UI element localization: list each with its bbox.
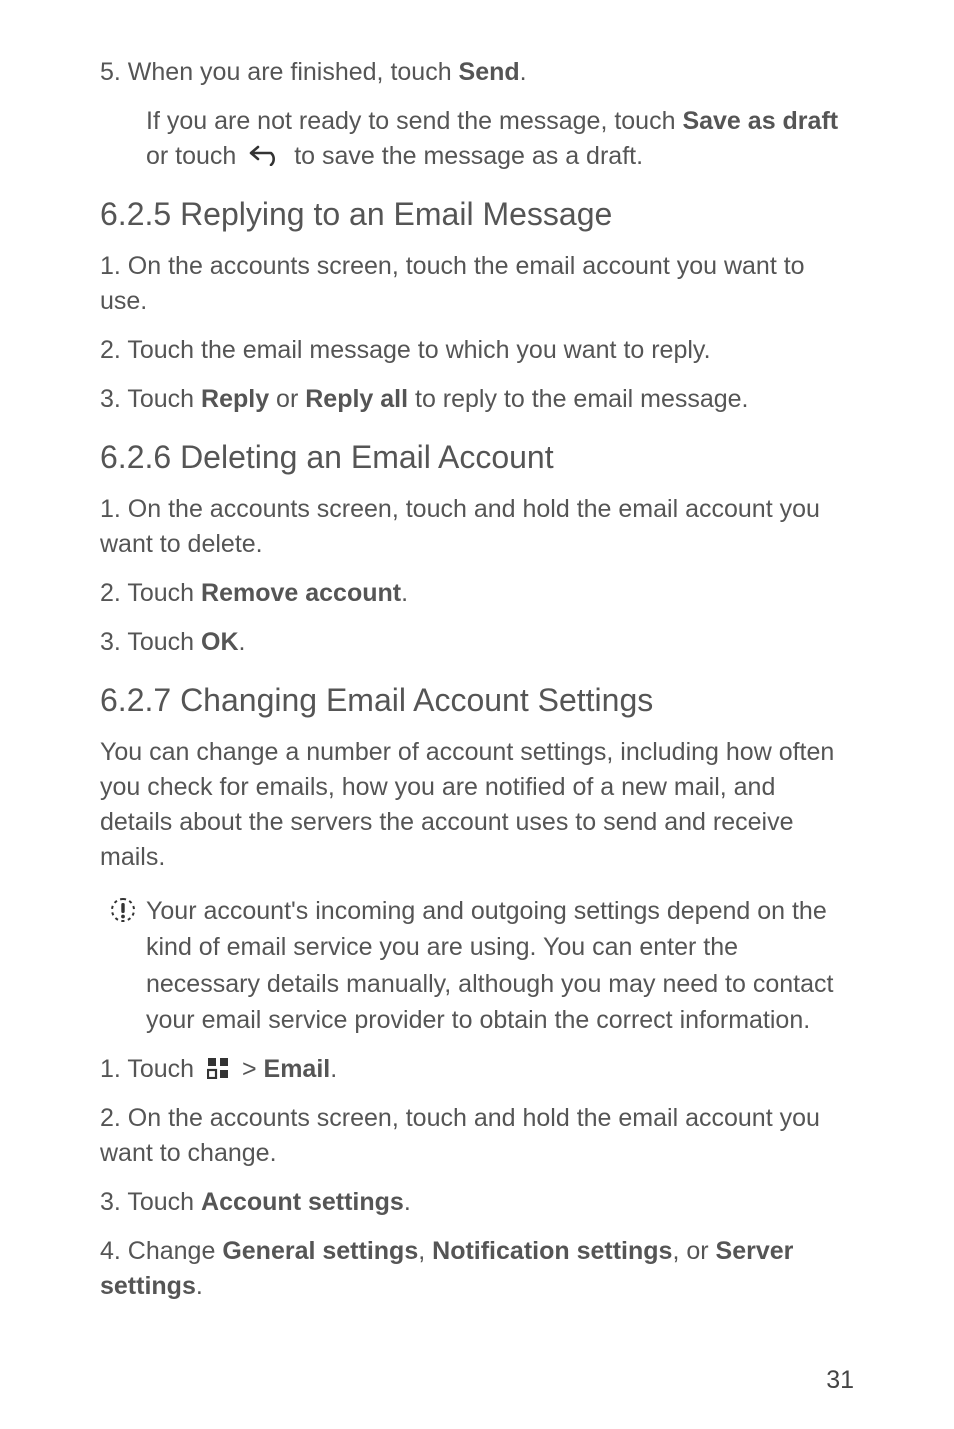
s627-step1-prefix: 1. Touch xyxy=(100,1055,201,1083)
s627-step3: 3. Touch Account settings. xyxy=(100,1185,854,1220)
step-5-sub-suffix: to save the message as a draft. xyxy=(287,142,643,170)
s627-step1-mid: > xyxy=(235,1055,264,1083)
s625-step3-suffix: to reply to the email message. xyxy=(408,385,748,413)
s627-step4-prefix: 4. Change xyxy=(100,1237,222,1265)
apps-grid-icon xyxy=(207,1057,229,1079)
step-5-sub-bold: Save as draft xyxy=(682,107,838,135)
s626-step2: 2. Touch Remove account. xyxy=(100,576,854,611)
s626-step2-prefix: 2. Touch xyxy=(100,579,201,607)
step-5-prefix: 5. When you are finished, touch xyxy=(100,58,459,86)
manual-page: 5. When you are finished, touch Send. If… xyxy=(0,0,954,1429)
s627-step4-b2: Notification settings xyxy=(432,1237,672,1265)
s627-step3-prefix: 3. Touch xyxy=(100,1188,201,1216)
s627-intro: You can change a number of account setti… xyxy=(100,735,854,875)
s627-step3-bold: Account settings xyxy=(201,1188,404,1216)
s627-step4-c1: , xyxy=(418,1237,432,1265)
heading-deleting: 6.2.6 Deleting an Email Account xyxy=(100,439,854,476)
s625-step3-b2: Reply all xyxy=(305,385,408,413)
s627-step4-b1: General settings xyxy=(222,1237,418,1265)
s627-step4-suffix: . xyxy=(196,1272,203,1300)
step-5-bold: Send xyxy=(459,58,520,86)
s627-step4-c2: , or xyxy=(672,1237,715,1265)
s626-step2-bold: Remove account xyxy=(201,579,401,607)
s626-step3-suffix: . xyxy=(239,628,246,656)
s626-step3-bold: OK xyxy=(201,628,239,656)
note-text: Your account's incoming and outgoing set… xyxy=(146,893,854,1038)
s625-step3: 3. Touch Reply or Reply all to reply to … xyxy=(100,382,854,417)
s627-step1-suffix: . xyxy=(330,1055,337,1083)
back-arrow-icon xyxy=(249,144,281,166)
s627-step3-suffix: . xyxy=(404,1188,411,1216)
s627-step1: 1. Touch > Email. xyxy=(100,1052,854,1087)
s625-step3-b1: Reply xyxy=(201,385,269,413)
warning-icon xyxy=(110,897,136,928)
s626-step3: 3. Touch OK. xyxy=(100,625,854,660)
s627-step1-bold: Email xyxy=(264,1055,331,1083)
heading-replying: 6.2.5 Replying to an Email Message xyxy=(100,196,854,233)
note-icon-slot xyxy=(100,893,146,928)
page-number: 31 xyxy=(826,1366,854,1395)
note-block: Your account's incoming and outgoing set… xyxy=(100,893,854,1038)
step-5-sub-prefix: If you are not ready to send the message… xyxy=(146,107,682,135)
s625-step3-mid: or xyxy=(269,385,305,413)
s625-step3-prefix: 3. Touch xyxy=(100,385,201,413)
step-5-sub: If you are not ready to send the message… xyxy=(146,104,854,174)
s626-step3-prefix: 3. Touch xyxy=(100,628,201,656)
s625-step2: 2. Touch the email message to which you … xyxy=(100,333,854,368)
step-5-sub-mid: or touch xyxy=(146,142,243,170)
s626-step1: 1. On the accounts screen, touch and hol… xyxy=(100,492,854,562)
s627-step4: 4. Change General settings, Notification… xyxy=(100,1234,854,1304)
step-5: 5. When you are finished, touch Send. xyxy=(100,55,854,90)
heading-changing: 6.2.7 Changing Email Account Settings xyxy=(100,682,854,719)
s626-step2-suffix: . xyxy=(401,579,408,607)
s627-step2: 2. On the accounts screen, touch and hol… xyxy=(100,1101,854,1171)
step-5-suffix: . xyxy=(520,58,527,86)
s625-step1: 1. On the accounts screen, touch the ema… xyxy=(100,249,854,319)
